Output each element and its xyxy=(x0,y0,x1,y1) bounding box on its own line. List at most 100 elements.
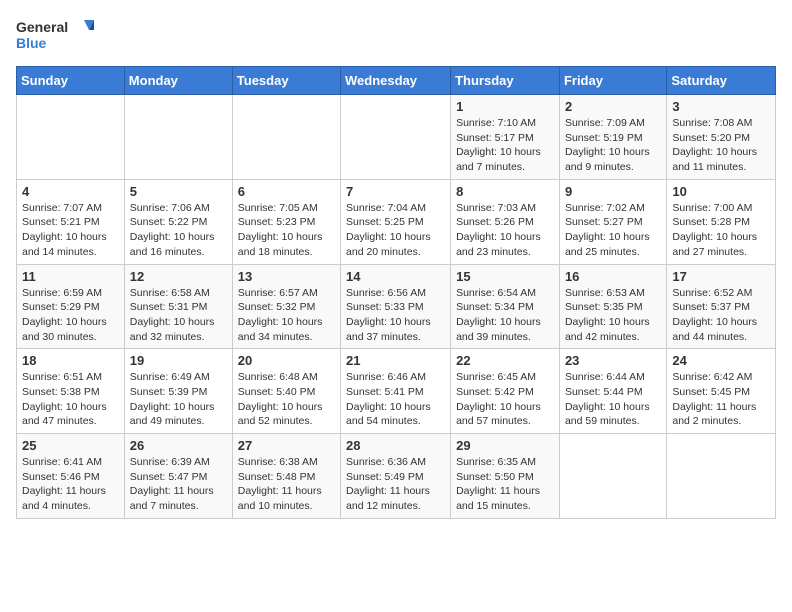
calendar-cell xyxy=(17,95,125,180)
day-info: Sunrise: 7:02 AMSunset: 5:27 PMDaylight:… xyxy=(565,201,661,260)
weekday-header-friday: Friday xyxy=(559,67,666,95)
calendar-cell: 23 Sunrise: 6:44 AMSunset: 5:44 PMDayligh… xyxy=(559,349,666,434)
day-number: 19 xyxy=(130,353,227,368)
day-number: 25 xyxy=(22,438,119,453)
calendar-cell: 3 Sunrise: 7:08 AMSunset: 5:20 PMDaylight… xyxy=(667,95,776,180)
day-number: 24 xyxy=(672,353,770,368)
calendar-cell: 10 Sunrise: 7:00 AMSunset: 5:28 PMDayligh… xyxy=(667,179,776,264)
weekday-header-saturday: Saturday xyxy=(667,67,776,95)
day-number: 22 xyxy=(456,353,554,368)
calendar-cell: 29 Sunrise: 6:35 AMSunset: 5:50 PMDayligh… xyxy=(451,434,560,519)
calendar-cell: 11 Sunrise: 6:59 AMSunset: 5:29 PMDayligh… xyxy=(17,264,125,349)
day-info: Sunrise: 7:10 AMSunset: 5:17 PMDaylight:… xyxy=(456,116,554,175)
day-info: Sunrise: 7:06 AMSunset: 5:22 PMDaylight:… xyxy=(130,201,227,260)
calendar-cell: 26 Sunrise: 6:39 AMSunset: 5:47 PMDayligh… xyxy=(124,434,232,519)
calendar-cell: 24 Sunrise: 6:42 AMSunset: 5:45 PMDayligh… xyxy=(667,349,776,434)
day-info: Sunrise: 7:07 AMSunset: 5:21 PMDaylight:… xyxy=(22,201,119,260)
day-number: 4 xyxy=(22,184,119,199)
day-info: Sunrise: 7:09 AMSunset: 5:19 PMDaylight:… xyxy=(565,116,661,175)
day-info: Sunrise: 6:49 AMSunset: 5:39 PMDaylight:… xyxy=(130,370,227,429)
calendar-cell xyxy=(667,434,776,519)
day-number: 6 xyxy=(238,184,335,199)
day-info: Sunrise: 6:59 AMSunset: 5:29 PMDaylight:… xyxy=(22,286,119,345)
calendar-cell xyxy=(559,434,666,519)
calendar-cell: 17 Sunrise: 6:52 AMSunset: 5:37 PMDayligh… xyxy=(667,264,776,349)
logo-svg: General Blue xyxy=(16,16,96,58)
weekday-header-monday: Monday xyxy=(124,67,232,95)
calendar-week-4: 18Sunrise: 6:51 AMSunset: 5:38 PMDayligh… xyxy=(17,349,776,434)
calendar-cell: 19 Sunrise: 6:49 AMSunset: 5:39 PMDayligh… xyxy=(124,349,232,434)
calendar-cell: 13Sunrise: 6:57 AMSunset: 5:32 PMDayligh… xyxy=(232,264,340,349)
day-number: 10 xyxy=(672,184,770,199)
day-info: Sunrise: 7:00 AMSunset: 5:28 PMDaylight:… xyxy=(672,201,770,260)
calendar-cell: 6Sunrise: 7:05 AMSunset: 5:23 PMDaylight… xyxy=(232,179,340,264)
calendar-cell: 28 Sunrise: 6:36 AMSunset: 5:49 PMDayligh… xyxy=(341,434,451,519)
calendar-cell: 5 Sunrise: 7:06 AMSunset: 5:22 PMDaylight… xyxy=(124,179,232,264)
day-info: Sunrise: 6:39 AMSunset: 5:47 PMDaylight:… xyxy=(130,455,227,514)
day-info: Sunrise: 6:46 AMSunset: 5:41 PMDaylight:… xyxy=(346,370,445,429)
day-number: 13 xyxy=(238,269,335,284)
day-number: 1 xyxy=(456,99,554,114)
calendar-cell: 12 Sunrise: 6:58 AMSunset: 5:31 PMDayligh… xyxy=(124,264,232,349)
day-number: 23 xyxy=(565,353,661,368)
weekday-header-tuesday: Tuesday xyxy=(232,67,340,95)
calendar-cell: 9 Sunrise: 7:02 AMSunset: 5:27 PMDaylight… xyxy=(559,179,666,264)
calendar-cell: 16Sunrise: 6:53 AMSunset: 5:35 PMDayligh… xyxy=(559,264,666,349)
day-number: 2 xyxy=(565,99,661,114)
calendar-cell: 20 Sunrise: 6:48 AMSunset: 5:40 PMDayligh… xyxy=(232,349,340,434)
calendar-cell: 7Sunrise: 7:04 AMSunset: 5:25 PMDaylight… xyxy=(341,179,451,264)
day-info: Sunrise: 7:08 AMSunset: 5:20 PMDaylight:… xyxy=(672,116,770,175)
weekday-header-sunday: Sunday xyxy=(17,67,125,95)
day-number: 21 xyxy=(346,353,445,368)
day-number: 3 xyxy=(672,99,770,114)
day-number: 5 xyxy=(130,184,227,199)
day-info: Sunrise: 6:44 AMSunset: 5:44 PMDaylight:… xyxy=(565,370,661,429)
day-info: Sunrise: 6:52 AMSunset: 5:37 PMDaylight:… xyxy=(672,286,770,345)
day-number: 26 xyxy=(130,438,227,453)
day-info: Sunrise: 6:58 AMSunset: 5:31 PMDaylight:… xyxy=(130,286,227,345)
day-info: Sunrise: 6:41 AMSunset: 5:46 PMDaylight:… xyxy=(22,455,119,514)
day-info: Sunrise: 6:56 AMSunset: 5:33 PMDaylight:… xyxy=(346,286,445,345)
calendar-week-3: 11 Sunrise: 6:59 AMSunset: 5:29 PMDayligh… xyxy=(17,264,776,349)
day-number: 20 xyxy=(238,353,335,368)
calendar-cell xyxy=(341,95,451,180)
day-number: 12 xyxy=(130,269,227,284)
svg-text:Blue: Blue xyxy=(16,35,47,51)
logo: General Blue xyxy=(16,16,96,58)
day-number: 9 xyxy=(565,184,661,199)
calendar-cell: 18Sunrise: 6:51 AMSunset: 5:38 PMDayligh… xyxy=(17,349,125,434)
day-number: 8 xyxy=(456,184,554,199)
day-number: 29 xyxy=(456,438,554,453)
calendar-week-2: 4 Sunrise: 7:07 AMSunset: 5:21 PMDaylight… xyxy=(17,179,776,264)
day-info: Sunrise: 6:54 AMSunset: 5:34 PMDaylight:… xyxy=(456,286,554,345)
weekday-header-thursday: Thursday xyxy=(451,67,560,95)
day-info: Sunrise: 7:03 AMSunset: 5:26 PMDaylight:… xyxy=(456,201,554,260)
calendar-cell: 4 Sunrise: 7:07 AMSunset: 5:21 PMDaylight… xyxy=(17,179,125,264)
calendar-cell: 2 Sunrise: 7:09 AMSunset: 5:19 PMDaylight… xyxy=(559,95,666,180)
calendar-cell: 21 Sunrise: 6:46 AMSunset: 5:41 PMDayligh… xyxy=(341,349,451,434)
day-info: Sunrise: 6:42 AMSunset: 5:45 PMDaylight:… xyxy=(672,370,770,429)
day-info: Sunrise: 6:36 AMSunset: 5:49 PMDaylight:… xyxy=(346,455,445,514)
day-info: Sunrise: 6:35 AMSunset: 5:50 PMDaylight:… xyxy=(456,455,554,514)
calendar-table: SundayMondayTuesdayWednesdayThursdayFrid… xyxy=(16,66,776,519)
page-header: General Blue xyxy=(16,16,776,58)
day-number: 17 xyxy=(672,269,770,284)
calendar-week-1: 1 Sunrise: 7:10 AMSunset: 5:17 PMDaylight… xyxy=(17,95,776,180)
day-number: 11 xyxy=(22,269,119,284)
calendar-cell: 27Sunrise: 6:38 AMSunset: 5:48 PMDayligh… xyxy=(232,434,340,519)
day-info: Sunrise: 6:48 AMSunset: 5:40 PMDaylight:… xyxy=(238,370,335,429)
calendar-cell: 1 Sunrise: 7:10 AMSunset: 5:17 PMDaylight… xyxy=(451,95,560,180)
calendar-cell xyxy=(232,95,340,180)
calendar-cell: 22Sunrise: 6:45 AMSunset: 5:42 PMDayligh… xyxy=(451,349,560,434)
calendar-week-5: 25 Sunrise: 6:41 AMSunset: 5:46 PMDayligh… xyxy=(17,434,776,519)
calendar-cell xyxy=(124,95,232,180)
day-number: 28 xyxy=(346,438,445,453)
day-number: 7 xyxy=(346,184,445,199)
day-number: 27 xyxy=(238,438,335,453)
svg-text:General: General xyxy=(16,19,68,35)
calendar-header-row: SundayMondayTuesdayWednesdayThursdayFrid… xyxy=(17,67,776,95)
day-number: 16 xyxy=(565,269,661,284)
weekday-header-wednesday: Wednesday xyxy=(341,67,451,95)
calendar-cell: 15Sunrise: 6:54 AMSunset: 5:34 PMDayligh… xyxy=(451,264,560,349)
day-number: 14 xyxy=(346,269,445,284)
